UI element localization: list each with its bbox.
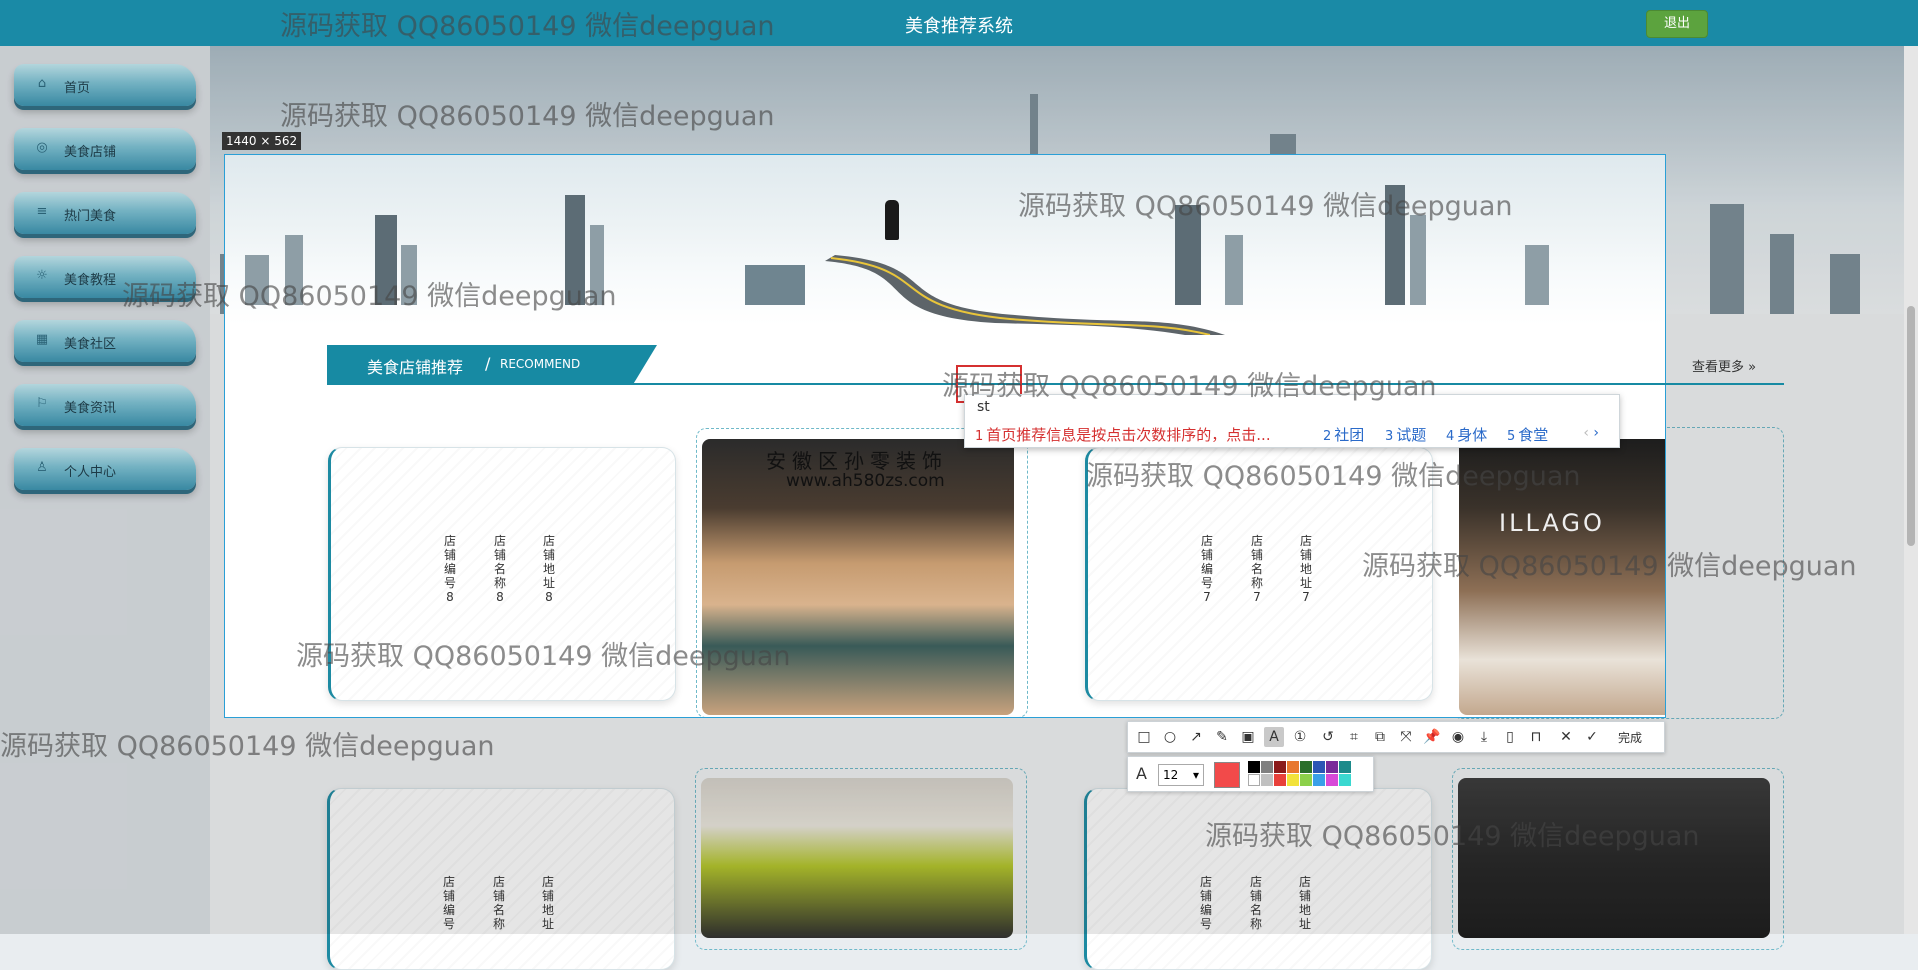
- color-swatch[interactable]: [1313, 761, 1325, 773]
- finish-button[interactable]: 完成: [1618, 729, 1642, 746]
- scroll-capture-icon[interactable]: ⤧: [1396, 727, 1416, 747]
- chevron-right-icon: »: [1748, 360, 1757, 375]
- font-size-value: 12: [1163, 768, 1179, 782]
- color-swatch[interactable]: [1300, 761, 1312, 773]
- color-swatch[interactable]: [1287, 774, 1299, 786]
- color-swatch[interactable]: [1248, 761, 1260, 773]
- ellipse-tool-icon[interactable]: ○: [1160, 727, 1180, 747]
- ocr-icon[interactable]: ⌗: [1344, 727, 1364, 747]
- ime-input-text: st: [977, 399, 990, 415]
- section-header: 美食店铺推荐 / RECOMMEND: [327, 345, 657, 383]
- color-swatch[interactable]: [1326, 774, 1338, 786]
- store-card[interactable]: 店铺编号8 店铺名称8 店铺地址8: [328, 447, 676, 701]
- pin-icon[interactable]: 📌: [1422, 727, 1442, 747]
- candidate-text: 身体: [1457, 426, 1488, 444]
- section-divider: [327, 383, 1784, 385]
- arrow-tool-icon[interactable]: ↗: [1186, 727, 1206, 747]
- top-header: 美食推荐系统 退出: [0, 0, 1918, 48]
- page-scrollbar[interactable]: [1904, 46, 1918, 934]
- color-swatch[interactable]: [1326, 761, 1338, 773]
- translate-icon[interactable]: ⧉: [1370, 727, 1390, 747]
- record-icon[interactable]: ◉: [1448, 727, 1468, 747]
- view-more-label: 查看更多: [1692, 360, 1745, 375]
- color-swatch[interactable]: [1313, 774, 1325, 786]
- candidate-number: 2: [1323, 429, 1332, 444]
- store-address: 店铺地址8: [542, 534, 555, 604]
- ime-candidate-2[interactable]: 2 社团: [1323, 424, 1364, 445]
- check-icon[interactable]: ✓: [1582, 727, 1602, 747]
- logout-button[interactable]: 退出: [1646, 10, 1708, 38]
- rectangle-tool-icon[interactable]: □: [1134, 727, 1154, 747]
- store-address: 店铺地址7: [1299, 534, 1312, 604]
- chevron-left-icon[interactable]: ‹: [1583, 425, 1589, 441]
- store-name: 店铺名称8: [493, 534, 506, 604]
- candidate-text: 社团: [1334, 426, 1365, 444]
- color-swatch[interactable]: [1300, 774, 1312, 786]
- color-swatch[interactable]: [1274, 761, 1286, 773]
- road-graphic: [825, 255, 1225, 335]
- section-title: 美食店铺推荐: [367, 358, 464, 377]
- text-style-toolbar: A 12 ▾: [1127, 756, 1374, 792]
- candidate-number: 3: [1385, 429, 1394, 444]
- store-id: 店铺编号8: [443, 534, 456, 604]
- ime-candidate-1[interactable]: 1 首页推荐信息是按点击次数排序的，点击...: [975, 424, 1271, 445]
- color-swatch[interactable]: [1248, 774, 1260, 786]
- runner-figure: [885, 200, 899, 240]
- phone-icon[interactable]: ▯: [1500, 727, 1520, 747]
- city-banner: [225, 155, 1665, 335]
- color-swatch[interactable]: [1287, 761, 1299, 773]
- candidate-number: 5: [1507, 429, 1516, 444]
- store-name: 店铺名称7: [1250, 534, 1263, 604]
- color-swatch[interactable]: [1274, 774, 1286, 786]
- scrollbar-thumb[interactable]: [1907, 306, 1915, 546]
- mosaic-tool-icon[interactable]: ▣: [1238, 727, 1258, 747]
- undo-icon[interactable]: ↺: [1318, 727, 1338, 747]
- ime-page-nav[interactable]: ‹ ›: [1583, 425, 1599, 441]
- ime-candidate-4[interactable]: 4 身体: [1446, 424, 1487, 445]
- color-swatch[interactable]: [1261, 761, 1273, 773]
- chevron-down-icon: ▾: [1192, 768, 1199, 782]
- candidate-number: 4: [1446, 429, 1455, 444]
- photo-store-sign: ILLAGO: [1499, 509, 1605, 537]
- current-color-swatch[interactable]: [1214, 762, 1240, 788]
- font-icon: A: [1136, 764, 1147, 783]
- section-subtitle: RECOMMEND: [500, 357, 581, 371]
- photo-frame: [696, 428, 1028, 717]
- ime-candidate-3[interactable]: 3 试题: [1385, 424, 1426, 445]
- candidate-text: 试题: [1396, 426, 1427, 444]
- bookmark-icon[interactable]: ⊓: [1526, 727, 1546, 747]
- close-icon[interactable]: ✕: [1556, 727, 1576, 747]
- candidate-number: 1: [975, 429, 984, 444]
- view-more-link[interactable]: 查看更多 »: [1692, 356, 1756, 375]
- candidate-text: 首页推荐信息是按点击次数排序的，点击...: [986, 426, 1271, 444]
- text-tool-icon[interactable]: A: [1264, 727, 1284, 747]
- ime-candidate-window: st 1 首页推荐信息是按点击次数排序的，点击... 2 社团 3 试题 4 身体 5食…: [964, 394, 1620, 448]
- download-icon[interactable]: ⤓: [1474, 727, 1494, 747]
- color-swatch[interactable]: [1339, 774, 1351, 786]
- store-card[interactable]: 店铺编号7 店铺名称7 店铺地址7: [1085, 447, 1433, 701]
- store-id: 店铺编号7: [1200, 534, 1213, 604]
- section-separator: /: [485, 354, 491, 373]
- chevron-right-icon[interactable]: ›: [1593, 425, 1599, 441]
- candidate-text: 食堂: [1518, 426, 1549, 444]
- store-photo[interactable]: ILLAGO: [1459, 439, 1665, 715]
- color-swatch[interactable]: [1339, 761, 1351, 773]
- selection-size-label: 1440 × 562: [222, 132, 302, 150]
- ime-candidate-5[interactable]: 5 食堂: [1507, 424, 1548, 445]
- font-size-select[interactable]: 12 ▾: [1158, 764, 1204, 786]
- pen-tool-icon[interactable]: ✎: [1212, 727, 1232, 747]
- screenshot-toolbar: □ ○ ↗ ✎ ▣ A ① ↺ ⌗ ⧉ ⤧ 📌 ◉ ⤓ ▯ ⊓ ✕ ✓ 完成: [1127, 721, 1665, 753]
- app-title: 美食推荐系统: [905, 16, 1013, 37]
- number-tool-icon[interactable]: ①: [1290, 727, 1310, 747]
- color-swatch[interactable]: [1261, 774, 1273, 786]
